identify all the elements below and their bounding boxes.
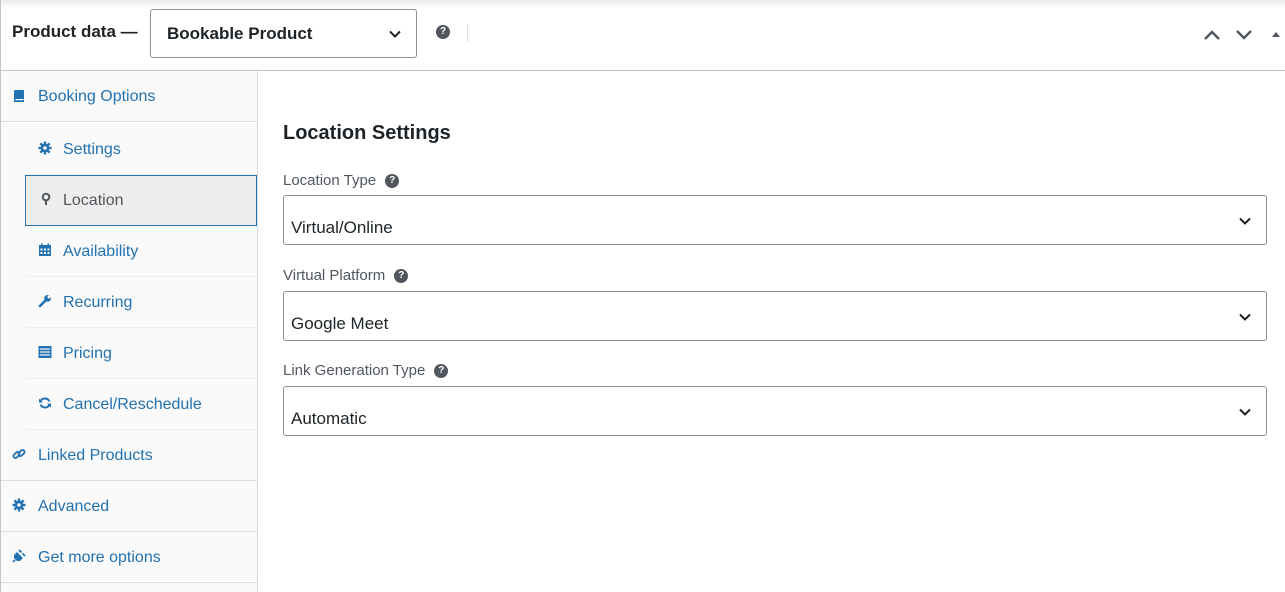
wrench-icon	[38, 295, 51, 308]
tab-recurring[interactable]: Recurring	[25, 277, 257, 328]
book-icon	[14, 90, 24, 102]
panel-header: Product data — Bookable Product ?	[1, 0, 1285, 71]
link-generation-type-label: Link Generation Type ?	[283, 362, 449, 379]
section-title: Location Settings	[283, 122, 451, 144]
chevron-down-icon	[1239, 313, 1251, 321]
tab-booking-options[interactable]: Booking Options	[1, 71, 257, 122]
calendar-icon	[39, 243, 51, 256]
gear-icon	[38, 141, 52, 155]
tab-label: Booking Options	[38, 88, 156, 105]
tab-get-more-options[interactable]: Get more options	[1, 532, 257, 583]
move-up-icon[interactable]	[1202, 26, 1222, 44]
product-type-value: Bookable Product	[167, 23, 313, 43]
virtual-platform-label: Virtual Platform ?	[283, 267, 409, 284]
help-icon[interactable]: ?	[385, 173, 400, 188]
tab-settings[interactable]: Settings	[25, 124, 257, 175]
collapse-toggle-icon[interactable]	[1270, 26, 1282, 44]
panel-title: Product data —	[12, 22, 138, 41]
plugin-icon	[12, 549, 26, 563]
chevron-down-icon	[1239, 408, 1251, 416]
tab-label: Linked Products	[38, 447, 153, 464]
field-label-text: Location Type	[283, 172, 377, 189]
gear-icon	[12, 498, 26, 512]
location-type-label: Location Type ?	[283, 172, 400, 189]
field-label-text: Link Generation Type	[283, 362, 426, 379]
virtual-platform-select[interactable]: Google Meet	[283, 291, 1267, 341]
location-type-value: Virtual/Online	[291, 218, 393, 237]
tab-label: Availability	[63, 243, 139, 260]
header-divider	[467, 24, 468, 42]
help-icon[interactable]: ?	[436, 25, 450, 39]
field-label-text: Virtual Platform	[283, 267, 386, 284]
tab-label: Recurring	[63, 294, 133, 311]
list-icon	[38, 346, 52, 358]
location-type-select[interactable]: Virtual/Online	[283, 195, 1267, 245]
help-icon[interactable]: ?	[394, 268, 409, 283]
map-pin-icon	[41, 192, 51, 205]
product-type-select[interactable]: Bookable Product	[150, 9, 417, 58]
tab-cancel-reschedule[interactable]: Cancel/Reschedule	[25, 379, 257, 430]
refresh-icon	[39, 397, 51, 409]
link-generation-type-select[interactable]: Automatic	[283, 386, 1267, 436]
link-icon	[12, 449, 26, 459]
tab-label: Advanced	[38, 498, 110, 515]
tab-availability[interactable]: Availability	[25, 226, 257, 277]
product-data-tabs: Booking Options Settings Location Availa…	[1, 71, 258, 592]
tab-label: Settings	[63, 141, 121, 158]
chevron-down-icon	[1239, 217, 1251, 225]
move-down-icon[interactable]	[1234, 26, 1254, 44]
help-icon[interactable]: ?	[434, 363, 449, 378]
chevron-down-icon	[389, 30, 401, 38]
location-settings-panel: Location Settings Location Type ? Virtua…	[259, 71, 1285, 592]
product-data-panel: Product data — Bookable Product ? Bookin…	[0, 0, 1285, 592]
tab-location[interactable]: Location	[25, 175, 257, 226]
tab-advanced[interactable]: Advanced	[1, 481, 257, 532]
tab-pricing[interactable]: Pricing	[25, 328, 257, 379]
tab-linked-products[interactable]: Linked Products	[1, 430, 257, 481]
tab-label: Location	[63, 192, 124, 209]
tab-label: Cancel/Reschedule	[63, 396, 202, 413]
tab-label: Pricing	[63, 345, 112, 362]
virtual-platform-value: Google Meet	[291, 314, 389, 333]
tab-label: Get more options	[38, 549, 161, 566]
link-generation-type-value: Automatic	[291, 409, 367, 428]
